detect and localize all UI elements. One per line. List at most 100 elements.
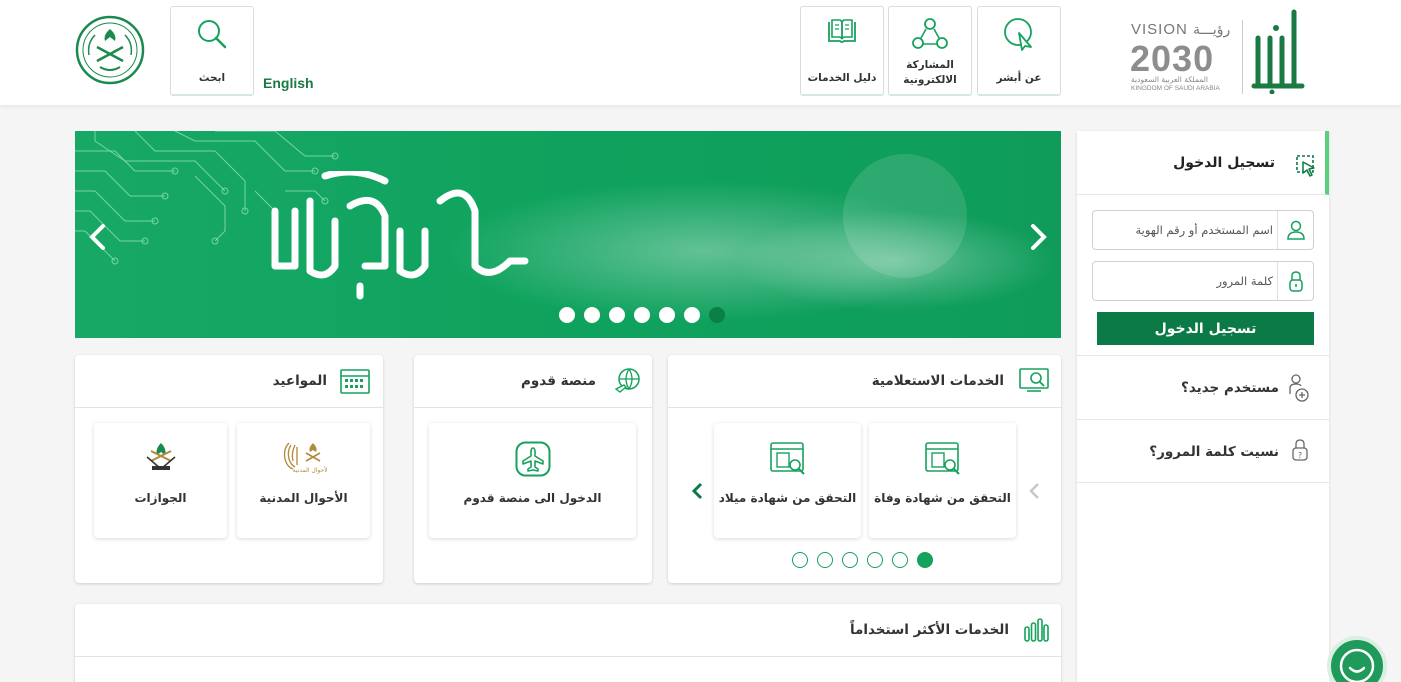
nav-about-absher[interactable]: عن أبشر — [977, 6, 1061, 96]
language-switch[interactable]: English — [263, 75, 314, 91]
lock-question-icon: ? — [1292, 439, 1308, 461]
service-label: الدخول الى منصة قدوم — [463, 491, 602, 505]
login-header: تسجيل الدخول — [1077, 131, 1329, 195]
chat-smile-icon — [1339, 648, 1375, 682]
banner-dot[interactable] — [609, 307, 625, 323]
carousel-dot[interactable] — [867, 552, 883, 568]
add-user-icon — [1289, 374, 1309, 402]
new-user-label: مستخدم جديد؟ — [1181, 380, 1279, 396]
passports-appointment[interactable]: الجوازات — [94, 423, 227, 538]
appointments-card: المواعيد الأحوال المدنية الأحوال المدنية… — [75, 355, 383, 583]
banner-dot[interactable] — [684, 307, 700, 323]
forgot-password-label: نسيت كلمة المرور؟ — [1149, 444, 1279, 460]
search-icon — [198, 20, 227, 49]
civil-affairs-logo-text: الأحوال المدنية — [292, 466, 326, 474]
banner-next-arrow[interactable] — [1027, 223, 1049, 259]
banner-dot[interactable] — [634, 307, 650, 323]
password-field[interactable] — [1092, 261, 1314, 301]
logo-divider — [1242, 20, 1243, 94]
vision-year: 2030 — [1130, 38, 1215, 79]
monitor-search-icon — [1019, 368, 1049, 392]
banner-prev-arrow[interactable] — [87, 223, 109, 259]
cursor-icon — [1004, 18, 1032, 51]
arrival-platform-login[interactable]: الدخول الى منصة قدوم — [429, 423, 636, 538]
civil-affairs-logo-icon: الأحوال المدنية — [283, 442, 329, 474]
chevron-left-icon — [691, 482, 703, 500]
lock-icon-box — [1277, 262, 1313, 300]
service-label: الجوازات — [134, 491, 187, 505]
click-cursor-icon — [1296, 155, 1315, 177]
carousel-dot-active[interactable] — [917, 552, 933, 568]
vision-country-en: KINGDOM OF SAUDI ARABIA — [1131, 85, 1220, 92]
absher-logo[interactable] — [1250, 8, 1308, 98]
carousel-prev-arrow[interactable] — [1028, 481, 1042, 507]
nav-services-guide-label: دليل الخدمات — [807, 72, 877, 84]
inquiry-carousel-pagination — [792, 552, 933, 568]
new-user-link[interactable]: مستخدم جديد؟ — [1077, 355, 1329, 419]
nav-services-guide[interactable]: دليل الخدمات — [800, 6, 884, 96]
arrival-platform-card: منصة قدوم الدخول الى منصة قدوم — [414, 355, 652, 583]
banner-pagination — [559, 307, 725, 323]
airplane-icon — [515, 441, 550, 477]
service-label: التحقق من شهادة وفاة — [874, 491, 1011, 505]
people-network-icon — [912, 18, 948, 49]
passports-logo-icon — [145, 443, 176, 471]
card-title: الخدمات الأكثر استخداماً — [849, 622, 1009, 638]
password-input[interactable] — [1103, 271, 1273, 291]
globe-plane-icon — [614, 368, 640, 393]
search-label: ابحث — [198, 72, 226, 84]
service-label: الأحوال المدنية — [259, 491, 348, 505]
vision-country-ar: المملكة العربية السعودية — [1131, 75, 1208, 84]
birth-certificate-check[interactable]: التحقق من شهادة ميلاد — [714, 423, 861, 538]
card-header: الخدمات الاستعلامية — [668, 355, 1061, 408]
ramadan-calligraphy — [271, 171, 529, 300]
user-icon — [1287, 220, 1305, 240]
login-title: تسجيل الدخول — [1173, 155, 1275, 171]
username-field[interactable] — [1092, 210, 1314, 250]
nav-e-participation-label: المشاركة الالكترونية — [903, 59, 957, 86]
card-header: الخدمات الأكثر استخداماً — [75, 604, 1061, 657]
card-header: منصة قدوم — [414, 355, 652, 408]
book-icon — [828, 19, 856, 43]
certificate-search-icon — [924, 442, 960, 475]
svg-text:?: ? — [1298, 451, 1302, 460]
card-title: الخدمات الاستعلامية — [871, 373, 1004, 389]
login-panel: تسجيل الدخول تسجيل الدخول مستخدم جديد؟ — [1077, 131, 1329, 682]
carousel-dot[interactable] — [817, 552, 833, 568]
service-label: التحقق من شهادة ميلاد — [718, 491, 857, 505]
chat-widget-button[interactable] — [1327, 636, 1387, 682]
most-used-services-card: الخدمات الأكثر استخداماً — [75, 604, 1061, 682]
inquiry-services-card: الخدمات الاستعلامية التحقق من شهادة وفاة… — [668, 355, 1061, 583]
login-submit-button[interactable]: تسجيل الدخول — [1097, 312, 1314, 345]
lock-icon — [1289, 271, 1303, 292]
card-title: المواعيد — [272, 373, 327, 389]
chevron-right-icon — [1029, 483, 1039, 499]
forgot-password-link[interactable]: نسيت كلمة المرور؟ ? — [1077, 419, 1329, 483]
user-icon-box — [1277, 211, 1313, 249]
hero-banner — [75, 131, 1061, 338]
nav-about-label: عن أبشر — [996, 72, 1042, 84]
banner-dot[interactable] — [559, 307, 575, 323]
ministry-emblem-logo[interactable] — [75, 15, 145, 85]
death-certificate-check[interactable]: التحقق من شهادة وفاة — [869, 423, 1016, 538]
chevron-left-icon — [89, 224, 105, 250]
nav-e-participation[interactable]: المشاركة الالكترونية — [888, 6, 972, 96]
carousel-dot[interactable] — [892, 552, 908, 568]
carousel-next-arrow[interactable] — [691, 481, 705, 507]
card-header: المواعيد — [75, 355, 383, 408]
certificate-search-icon — [769, 442, 805, 475]
top-bar: VISION رؤيـــة 2030 المملكة العربية السع… — [0, 0, 1401, 105]
username-input[interactable] — [1103, 220, 1273, 240]
banner-dot[interactable] — [659, 307, 675, 323]
search-button[interactable]: ابحث — [170, 6, 254, 96]
banner-dot[interactable] — [584, 307, 600, 323]
vision-wordmark: VISION رؤيـــة — [1131, 21, 1231, 38]
banner-dot-active[interactable] — [709, 307, 725, 323]
carousel-dot[interactable] — [792, 552, 808, 568]
card-title: منصة قدوم — [521, 373, 596, 389]
civil-affairs-appointment[interactable]: الأحوال المدنية الأحوال المدنية — [237, 423, 370, 538]
calendar-icon — [340, 369, 370, 394]
chevron-right-icon — [1031, 224, 1047, 250]
bar-chart-icon — [1024, 618, 1049, 642]
carousel-dot[interactable] — [842, 552, 858, 568]
